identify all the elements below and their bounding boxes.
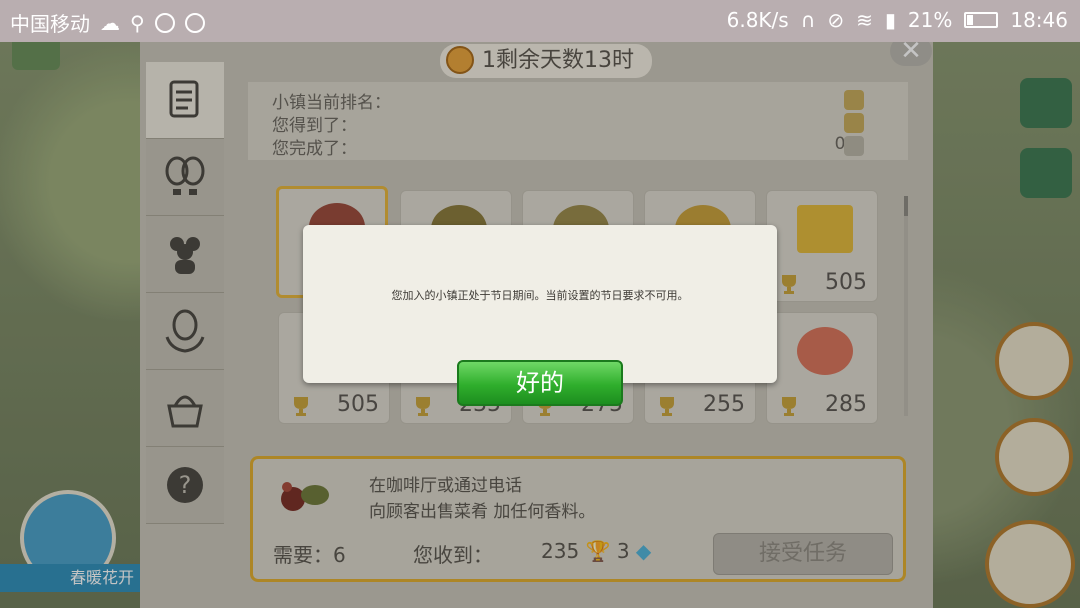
status-left: 中国移动 ☁ ⚲ bbox=[10, 8, 205, 37]
wifi-icon: ≋ bbox=[856, 8, 873, 32]
timer-icon bbox=[154, 12, 175, 33]
carrier-name: 中国移动 bbox=[10, 12, 90, 36]
ok-button[interactable]: 好的 bbox=[457, 360, 623, 406]
headset-icon bbox=[184, 12, 205, 33]
status-right: 6.8K/s ∩ ⊘ ≋ ▮ 21% 18:46 bbox=[727, 8, 1068, 32]
location-icon: ⚲ bbox=[130, 10, 145, 35]
signal-icon: ▮ bbox=[884, 8, 896, 32]
battery-icon bbox=[964, 12, 999, 28]
cloud-icon: ☁ bbox=[100, 10, 120, 35]
mute-icon: ⊘ bbox=[827, 8, 845, 32]
dialog-message: 您加入的小镇正处于节日期间。当前设置的节日要求不可用。 bbox=[391, 289, 689, 302]
status-bar: 中国移动 ☁ ⚲ 6.8K/s ∩ ⊘ ≋ ▮ 21% 18:46 bbox=[0, 0, 1080, 42]
network-speed: 6.8K/s bbox=[726, 8, 789, 32]
clock-time: 18:46 bbox=[1010, 8, 1068, 32]
battery-percent: 21% bbox=[907, 8, 953, 32]
headphones-icon: ∩ bbox=[800, 8, 816, 32]
